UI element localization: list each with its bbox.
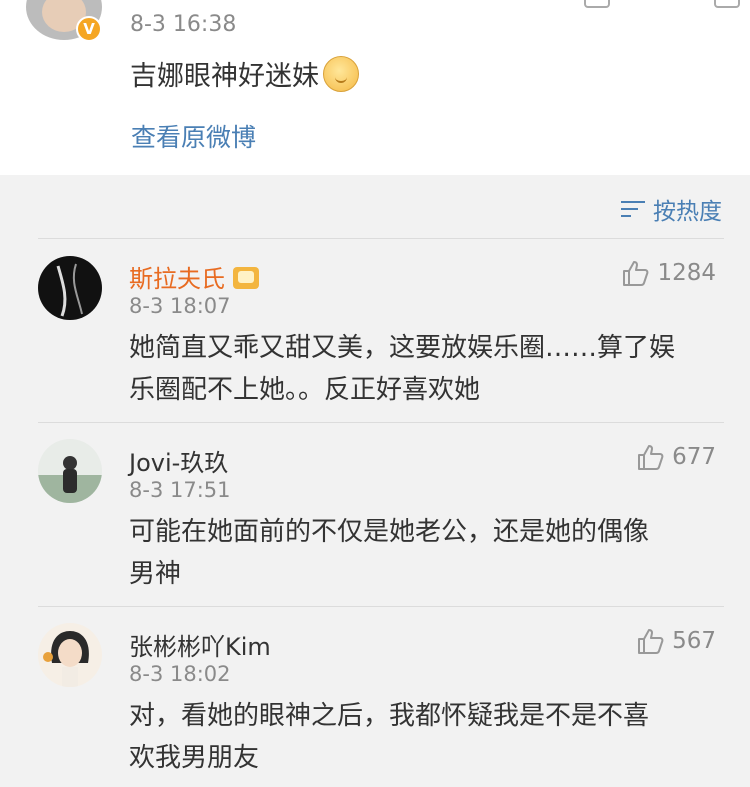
like-count: 677 <box>672 444 716 470</box>
like-button[interactable]: 677 <box>636 443 716 471</box>
comment-icon[interactable] <box>714 0 740 8</box>
commenter-name-text: 斯拉夫氏 <box>129 265 225 293</box>
post-text-content: 吉娜眼神好迷妹 <box>130 61 319 92</box>
thumbs-up-icon <box>638 629 664 654</box>
thumbs-up-icon <box>638 445 664 470</box>
comment-text-line: 欢我男朋友 <box>129 743 260 773</box>
view-original-link[interactable]: 查看原微博 <box>131 118 256 154</box>
comment-time: 8-3 18:02 <box>129 662 231 686</box>
comment-text-line: 乐圈配不上她。。反正好喜欢她 <box>129 375 481 405</box>
comment-item: 斯拉夫氏 8-3 18:07 1284 她简直又乖又甜又美，这要放娱乐圈……算了… <box>0 239 750 422</box>
comment-text-line: 可能在她面前的不仅是她老公，还是她的偶像 <box>129 517 650 547</box>
comment-text: 对，看她的眼神之后，我都怀疑我是不是不喜 欢我男朋友 <box>129 695 729 779</box>
commenter-avatar[interactable] <box>38 256 102 320</box>
crown-badge-icon <box>233 267 259 289</box>
comment-time: 8-3 17:51 <box>129 478 231 502</box>
commenter-name[interactable]: 斯拉夫氏 <box>129 259 259 294</box>
sort-label: 按热度 <box>653 199 722 225</box>
original-post: V 8-3 16:38 吉娜眼神好迷妹 查看原微博 <box>0 0 750 175</box>
comment-text-line: 男神 <box>129 559 182 589</box>
avatar-image <box>56 263 83 317</box>
forward-icon[interactable] <box>584 0 610 8</box>
avatar-image <box>38 456 102 503</box>
like-button[interactable]: 1284 <box>621 259 716 287</box>
comment-text-line: 她简直又乖又甜又美，这要放娱乐圈……算了娱 <box>129 333 676 363</box>
comment-item: 张彬彬吖Kim 8-3 18:02 567 对，看她的眼神之后，我都怀疑我是不是… <box>0 607 750 787</box>
like-count: 567 <box>672 628 716 654</box>
comment-text-line: 对，看她的眼神之后，我都怀疑我是不是不喜 <box>129 701 650 731</box>
post-time: 8-3 16:38 <box>130 12 237 37</box>
post-text: 吉娜眼神好迷妹 <box>130 54 359 93</box>
comment-text: 她简直又乖又甜又美，这要放娱乐圈……算了娱 乐圈配不上她。。反正好喜欢她 <box>129 327 729 411</box>
sort-icon <box>621 198 645 220</box>
like-count: 1284 <box>657 260 716 286</box>
commenter-avatar[interactable] <box>38 439 102 503</box>
blush-emoji-icon <box>323 56 359 92</box>
comment-item: Jovi-玖玖 8-3 17:51 677 可能在她面前的不仅是她老公，还是她的… <box>0 423 750 606</box>
avatar-image <box>43 631 89 687</box>
comment-text: 可能在她面前的不仅是她老公，还是她的偶像 男神 <box>129 511 729 595</box>
like-button[interactable]: 567 <box>636 627 716 655</box>
verified-badge-icon: V <box>76 16 102 42</box>
comment-time: 8-3 18:07 <box>129 294 231 318</box>
sort-by-hot-button[interactable]: 按热度 <box>621 192 722 226</box>
commenter-avatar[interactable] <box>38 623 102 687</box>
thumbs-up-icon <box>623 261 649 286</box>
commenter-name[interactable]: Jovi-玖玖 <box>129 443 228 478</box>
commenter-name[interactable]: 张彬彬吖Kim <box>129 627 271 662</box>
